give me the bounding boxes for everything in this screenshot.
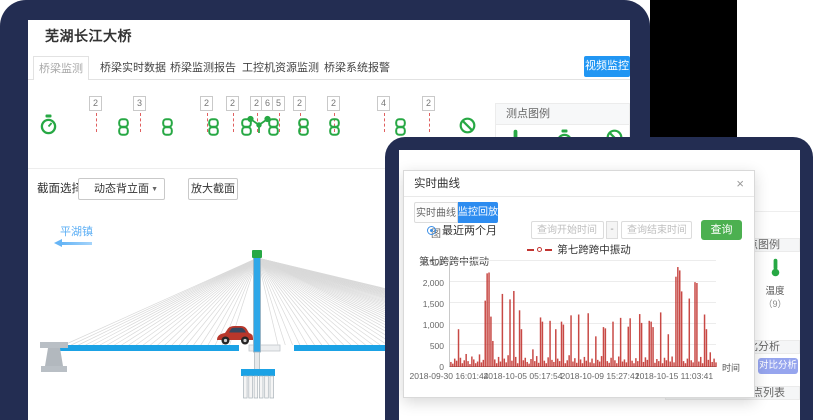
chain-link-sensor-icon[interactable] <box>395 118 406 136</box>
bridge-pier-stem <box>255 351 260 370</box>
sensor-count-badge: 2 <box>226 96 239 111</box>
sensor-type-temperature[interactable]: 温度 （9） <box>751 258 799 310</box>
dashed-marker-line <box>279 113 280 132</box>
tab-bridge-realtime-data[interactable]: 桥梁实时数据 <box>100 56 166 80</box>
tab-bridge-monitor-report[interactable]: 桥梁监测报告 <box>170 56 236 80</box>
legend-dash-icon <box>545 249 552 251</box>
date-separator: - <box>606 221 618 239</box>
chain-link-sensor-icon[interactable] <box>298 118 309 136</box>
end-time-input[interactable] <box>621 221 692 239</box>
sensor-count-badge: 2 <box>327 96 340 111</box>
page-title: 芜湖长江大桥 <box>45 26 132 46</box>
tab-bridge-monitor[interactable]: 桥梁监测 <box>33 56 89 80</box>
chain-link-sensor-icon[interactable] <box>329 118 340 136</box>
sensor-count-badge: 2 <box>200 96 213 111</box>
sensor-type-label: 温度 <box>751 283 799 297</box>
x-tick-label: 2018-10-15 11:03:41 <box>635 371 713 381</box>
bridge-tower <box>254 257 261 352</box>
tab-ipc-resource-monitor[interactable]: 工控机资源监测 <box>242 56 319 80</box>
front-page: 测点图例 温度 （9） 对比分析 对比分析 监测点列表 实时曲线 × 实时曲线图… <box>399 150 800 420</box>
radio-label: 最近两个月 <box>442 223 497 240</box>
radio-last-two-months[interactable] <box>427 226 436 235</box>
sensor-count-badge: 4 <box>377 96 390 111</box>
stopwatch-icon[interactable] <box>40 114 57 135</box>
legend-marker-icon <box>537 247 542 252</box>
sensor-count-badge: 2 <box>422 96 435 111</box>
x-tick-label: 2018-10-05 05:17:54 <box>484 371 563 381</box>
background-gap <box>650 0 737 138</box>
section-select-dropdown[interactable]: 动态背立面 ▼ <box>78 178 165 200</box>
video-monitor-button[interactable]: 视频监控 <box>584 56 630 77</box>
search-button[interactable]: 查询 <box>701 220 742 240</box>
bridge-pier-cap <box>241 369 275 376</box>
start-time-input[interactable] <box>531 221 604 239</box>
sensor-count-badge: 5 <box>272 96 285 111</box>
tab-bridge-system-alarm[interactable]: 桥梁系统报警 <box>324 56 390 80</box>
chart-plot-area <box>449 262 716 367</box>
dashed-marker-line <box>96 113 97 132</box>
dashed-marker-line <box>233 113 234 132</box>
thermometer-icon <box>769 264 782 281</box>
tab-bar: 桥梁监测 桥梁实时数据 桥梁监测报告 工控机资源监测 桥梁系统报警 <box>28 56 630 80</box>
legend-dash-icon <box>527 249 534 251</box>
tower-sensor-marker <box>252 250 262 258</box>
sensor-count-badge: 3 <box>133 96 146 111</box>
zoom-section-button[interactable]: 放大截面 <box>188 178 238 200</box>
y-tick-label: 1,000 <box>410 320 444 330</box>
modal-title: 实时曲线 <box>414 178 460 190</box>
sensor-count-badge: 2 <box>293 96 306 111</box>
ban-icon[interactable] <box>459 117 476 134</box>
realtime-curve-modal: 实时曲线 × 实时曲线图 监控回放 最近两个月 - 查询 第七跨跨中振动 第七跨… <box>403 170 755 398</box>
close-icon[interactable]: × <box>736 176 744 191</box>
dashed-marker-line <box>140 113 141 132</box>
section-select-value: 动态背立面 <box>94 183 149 195</box>
place-label: 平湖镇 <box>60 223 93 239</box>
modal-header: 实时曲线 × <box>404 171 754 197</box>
dashed-marker-line <box>429 113 430 132</box>
tab-realtime-curve-chart[interactable]: 实时曲线图 <box>414 202 458 223</box>
dashed-marker-line <box>384 113 385 132</box>
chain-link-sensor-icon[interactable] <box>268 118 279 136</box>
sensor-type-count: （9） <box>751 297 799 310</box>
car <box>217 326 253 345</box>
compare-analysis-button[interactable]: 对比分析 <box>758 358 798 374</box>
y-tick-label: 1,500 <box>410 299 444 309</box>
chevron-down-icon: ▼ <box>151 179 158 201</box>
gridline <box>450 260 716 261</box>
y-tick-label: 500 <box>410 341 444 351</box>
x-tick-label: 2018-10-09 15:27:41 <box>561 371 640 381</box>
legend-label: 第七跨跨中振动 <box>557 242 631 257</box>
chain-link-sensor-icon[interactable] <box>208 118 219 136</box>
y-tick-label: 2,000 <box>410 278 444 288</box>
x-tick-label: 2018-09-30 16:01:44 <box>410 371 489 381</box>
bridge-deck-left <box>54 345 239 351</box>
bridge-piles <box>244 376 274 398</box>
x-axis-name: 时间 <box>722 361 740 374</box>
bridge-abutment <box>40 342 68 372</box>
tab-monitor-playback[interactable]: 监控回放 <box>458 202 498 223</box>
point-legend-title: 测点图例 <box>495 103 630 125</box>
chain-link-sensor-icon[interactable] <box>118 118 129 136</box>
y-tick-label: 2,500 <box>410 257 444 267</box>
chain-link-sensor-icon[interactable] <box>162 118 173 136</box>
vibration-series <box>450 262 717 367</box>
sensor-count-badge: 2 <box>89 96 102 111</box>
